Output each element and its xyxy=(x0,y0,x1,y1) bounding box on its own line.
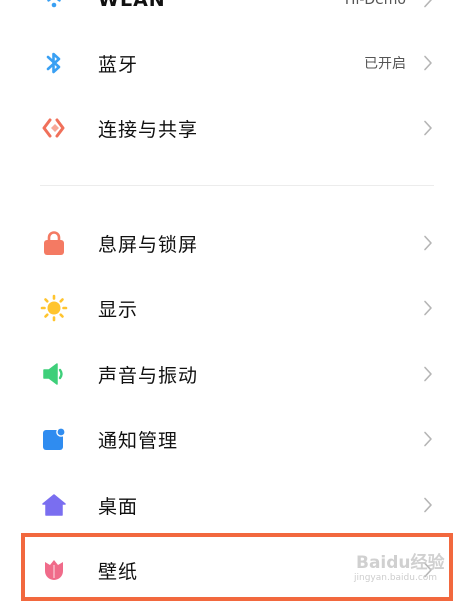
settings-item-connection-share[interactable]: 连接与共享 xyxy=(0,96,472,160)
settings-item-value: 已开启 xyxy=(364,56,406,72)
lock-icon xyxy=(40,229,68,257)
settings-item-desktop[interactable]: 桌面 xyxy=(0,473,472,537)
chevron-right-icon xyxy=(421,235,435,251)
speaker-icon xyxy=(40,360,68,388)
settings-item-bluetooth[interactable]: 蓝牙 已开启 xyxy=(0,31,472,95)
settings-item-label: 显示 xyxy=(98,298,139,321)
chevron-right-icon xyxy=(421,55,435,71)
settings-item-label: 通知管理 xyxy=(98,429,179,452)
settings-item-display[interactable]: 显示 xyxy=(0,276,472,340)
watermark-text: Baidu经验 xyxy=(356,553,445,573)
home-icon xyxy=(40,491,68,519)
chevron-right-icon xyxy=(421,497,435,513)
settings-item-sound[interactable]: 声音与振动 xyxy=(0,342,472,406)
notification-icon xyxy=(40,425,68,453)
settings-item-notifications[interactable]: 通知管理 xyxy=(0,407,472,471)
chevron-right-icon xyxy=(421,120,435,136)
settings-item-label: 声音与振动 xyxy=(98,364,199,387)
settings-item-label: 连接与共享 xyxy=(98,118,199,141)
watermark-url: jingyan.baidu.com xyxy=(354,573,438,583)
watermark: Baidu经验 jingyan.baidu.com xyxy=(352,546,452,590)
settings-item-lock-screen[interactable]: 息屏与锁屏 xyxy=(0,211,472,275)
chevron-right-icon xyxy=(421,0,435,8)
settings-item-label: WLAN xyxy=(98,0,166,11)
chevron-right-icon xyxy=(421,431,435,447)
connection-share-icon xyxy=(40,114,68,142)
settings-item-value: Hi-Demo xyxy=(344,0,406,8)
chevron-right-icon xyxy=(421,300,435,316)
settings-item-label: 桌面 xyxy=(98,495,139,518)
bluetooth-icon xyxy=(40,49,68,77)
settings-item-label: 蓝牙 xyxy=(98,53,139,76)
settings-item-wlan[interactable]: WLAN Hi-Demo xyxy=(0,0,472,32)
section-divider xyxy=(40,185,434,186)
sun-icon xyxy=(40,294,68,322)
settings-item-label: 息屏与锁屏 xyxy=(98,233,199,256)
chevron-right-icon xyxy=(421,366,435,382)
wifi-icon xyxy=(40,0,68,14)
